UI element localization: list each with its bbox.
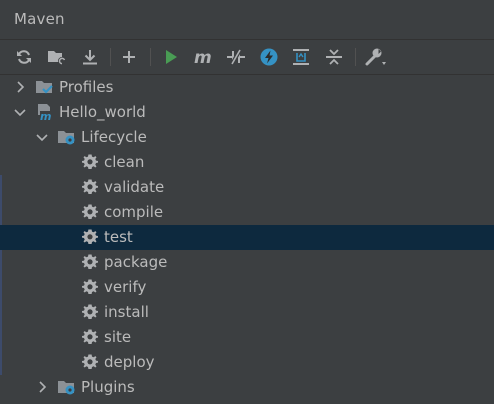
gear-icon	[82, 304, 98, 319]
skip-tests-icon[interactable]	[257, 45, 281, 69]
chevron-down-icon[interactable]	[13, 105, 27, 119]
gear-icon	[82, 229, 98, 244]
tree-node-label: Plugins	[81, 378, 135, 396]
lifecycle-goal-validate[interactable]: validate	[0, 175, 494, 200]
tree-node-plugins[interactable]: Plugins	[0, 375, 494, 400]
lifecycle-goal-clean[interactable]: clean	[0, 150, 494, 175]
gear-icon	[82, 329, 98, 344]
maven-tool-window: Maven m Profiles m Hello_world Lifecycle…	[0, 0, 494, 404]
generate-sources-icon[interactable]	[45, 45, 69, 69]
tree-node-label: Profiles	[59, 78, 114, 96]
download-sources-icon[interactable]	[78, 45, 102, 69]
goal-label: compile	[104, 203, 164, 221]
toolbar-divider	[150, 48, 151, 66]
lifecycle-goal-package[interactable]: package	[0, 250, 494, 275]
toolbar-divider	[355, 48, 356, 66]
goal-label: package	[104, 253, 168, 271]
lifecycle-goal-compile[interactable]: compile	[0, 200, 494, 225]
maven-toolbar: m	[0, 40, 494, 74]
gear-icon	[82, 179, 98, 194]
svg-text:m: m	[194, 48, 212, 66]
lifecycle-goal-install[interactable]: install	[0, 300, 494, 325]
goal-label: deploy	[104, 353, 155, 371]
lifecycle-goal-deploy[interactable]: deploy	[0, 350, 494, 375]
gear-icon	[82, 154, 98, 169]
gear-icon	[82, 204, 98, 219]
tool-window-title: Maven	[14, 10, 65, 28]
lifecycle-goal-test[interactable]: test	[0, 225, 494, 250]
tool-window-header: Maven	[0, 0, 494, 39]
tree-node-label: Lifecycle	[81, 128, 147, 146]
gear-icon	[82, 354, 98, 369]
tree-node-profiles[interactable]: Profiles	[0, 75, 494, 100]
maven-settings-icon[interactable]	[363, 45, 391, 69]
goal-label: install	[104, 303, 149, 321]
goal-label: test	[104, 228, 133, 246]
show-dependencies-icon[interactable]	[289, 45, 313, 69]
add-maven-project-icon[interactable]	[117, 45, 141, 69]
gear-icon	[82, 279, 98, 294]
tree-node-lifecycle[interactable]: Lifecycle	[0, 125, 494, 150]
toggle-offline-mode-icon[interactable]	[224, 45, 248, 69]
execute-maven-goal-icon[interactable]: m	[192, 45, 216, 69]
goal-label: clean	[104, 153, 145, 171]
goal-label: site	[104, 328, 132, 346]
run-maven-build-icon[interactable]	[159, 45, 183, 69]
svg-text:m: m	[40, 110, 51, 121]
chevron-right-icon[interactable]	[35, 380, 49, 394]
reload-all-icon[interactable]	[12, 45, 36, 69]
chevron-down-icon[interactable]	[35, 130, 49, 144]
plugins-folder-icon	[58, 381, 75, 395]
toolbar-divider	[110, 48, 111, 66]
maven-module-icon: m	[38, 104, 52, 121]
lifecycle-goal-site[interactable]: site	[0, 325, 494, 350]
chevron-right-icon[interactable]	[13, 80, 27, 94]
maven-projects-tree: Profiles m Hello_world Lifecycle clean v…	[0, 75, 494, 404]
tree-node-project[interactable]: m Hello_world	[0, 100, 494, 125]
lifecycle-folder-icon	[58, 131, 75, 145]
lifecycle-goal-verify[interactable]: verify	[0, 275, 494, 300]
collapse-all-icon[interactable]	[322, 45, 346, 69]
goal-label: verify	[104, 278, 147, 296]
profiles-folder-icon	[36, 81, 53, 94]
gear-icon	[82, 254, 98, 269]
tree-node-label: Hello_world	[59, 103, 146, 121]
goal-label: validate	[104, 178, 165, 196]
